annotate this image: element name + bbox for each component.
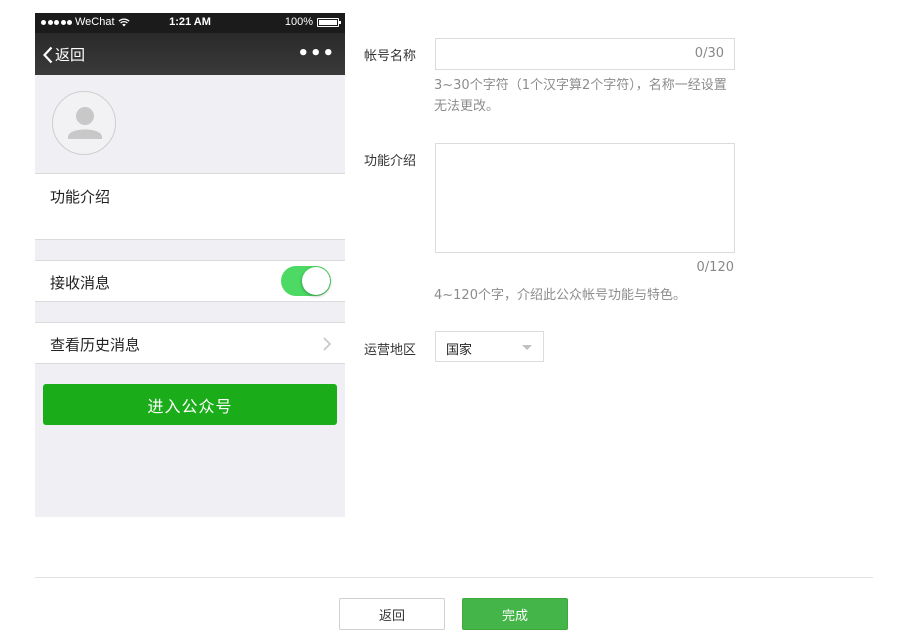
footer-divider <box>35 577 873 578</box>
battery-percent: 100% <box>284 16 313 28</box>
region-label: 运营地区 <box>364 343 417 358</box>
intro-hint: 4~120个字，介绍此公众帐号功能与特色。 <box>434 288 686 303</box>
nav-back-button[interactable]: 返回 <box>43 44 85 65</box>
account-name-hint: 3~30个字符（1个汉字算2个字符），名称一经设置无法更改。 <box>434 78 727 114</box>
battery-status: 100% <box>284 16 341 28</box>
nav-back-label: 返回 <box>55 46 86 64</box>
account-name-counter: 0/30 <box>694 46 724 61</box>
back-button[interactable]: 返回 <box>339 598 445 630</box>
toggle-knob <box>302 267 330 295</box>
nav-bar: 返回 ••• <box>35 33 345 75</box>
chevron-left-icon <box>43 46 53 63</box>
history-messages-label: 查看历史消息 <box>50 336 141 354</box>
chevron-right-icon <box>323 337 331 351</box>
caret-down-icon <box>522 345 532 350</box>
avatar <box>52 91 116 155</box>
more-icon[interactable]: ••• <box>297 43 335 64</box>
status-bar: WeChat 1:21 AM 100% <box>35 13 345 33</box>
history-messages-row[interactable]: 查看历史消息 <box>35 322 345 364</box>
receive-messages-row: 接收消息 <box>35 260 345 302</box>
intro-section: 功能介绍 <box>35 173 345 240</box>
intro-textarea[interactable] <box>435 143 735 253</box>
intro-counter: 0/120 <box>696 260 734 275</box>
enter-account-button[interactable]: 进入公众号 <box>43 384 337 425</box>
battery-icon <box>317 17 341 27</box>
region-select[interactable]: 国家 <box>435 331 544 362</box>
intro-field-label: 功能介绍 <box>364 154 417 169</box>
profile-header <box>35 75 345 173</box>
region-selected-value: 国家 <box>446 343 473 358</box>
receive-messages-toggle[interactable] <box>281 266 331 296</box>
done-button[interactable]: 完成 <box>462 598 568 630</box>
user-placeholder-icon <box>68 107 102 139</box>
receive-messages-label: 接收消息 <box>50 274 111 292</box>
intro-label: 功能介绍 <box>50 188 111 206</box>
account-name-label: 帐号名称 <box>364 49 417 64</box>
phone-preview: WeChat 1:21 AM 100% 返回 ••• 功能介绍 接收消息 查看历… <box>35 13 345 517</box>
